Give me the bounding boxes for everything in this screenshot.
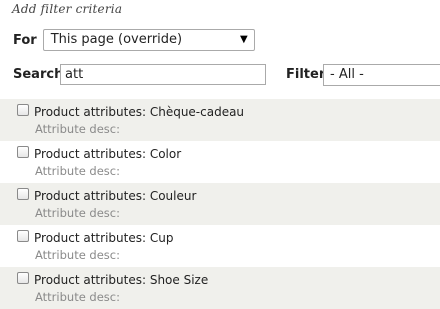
checkbox[interactable] [17, 188, 29, 200]
filter-label: Filter [286, 67, 326, 82]
checkbox[interactable] [17, 146, 29, 158]
item-desc: Attribute desc: [35, 248, 120, 262]
list-item: Product attributes: Couleur Attribute de… [0, 183, 440, 225]
for-row: For This page (override) ▼ [13, 28, 255, 52]
search-input[interactable]: att [60, 64, 266, 85]
list-item: Product attributes: Cup Attribute desc: [0, 225, 440, 267]
search-label: Search [13, 67, 64, 82]
item-desc: Attribute desc: [35, 206, 120, 220]
criteria-list: Product attributes: Chèque-cadeau Attrib… [0, 99, 440, 309]
for-select[interactable]: This page (override) ▼ [42, 29, 255, 51]
checkbox[interactable] [17, 272, 29, 284]
dropdown-arrow-icon: ▼ [240, 34, 248, 45]
item-label: Product attributes: Couleur [34, 189, 197, 203]
item-label: Product attributes: Shoe Size [34, 273, 209, 287]
checkbox[interactable] [17, 230, 29, 242]
search-filter-row: Search att Filter - All - [13, 64, 440, 86]
for-label: For [13, 32, 37, 48]
item-label: Product attributes: Chèque-cadeau [34, 105, 245, 119]
filter-select[interactable]: - All - [323, 64, 440, 86]
item-label: Product attributes: Cup [34, 231, 174, 245]
list-item: Product attributes: Chèque-cadeau Attrib… [0, 99, 440, 141]
dialog-title: Add filter criteria [12, 2, 123, 16]
item-desc: Attribute desc: [35, 164, 120, 178]
list-item: Product attributes: Shoe Size Attribute … [0, 267, 440, 309]
list-item: Product attributes: Color Attribute desc… [0, 141, 440, 183]
item-label: Product attributes: Color [34, 147, 182, 161]
item-desc: Attribute desc: [35, 290, 120, 304]
for-select-value: This page (override) [50, 32, 183, 47]
checkbox[interactable] [17, 104, 29, 116]
item-desc: Attribute desc: [35, 122, 120, 136]
